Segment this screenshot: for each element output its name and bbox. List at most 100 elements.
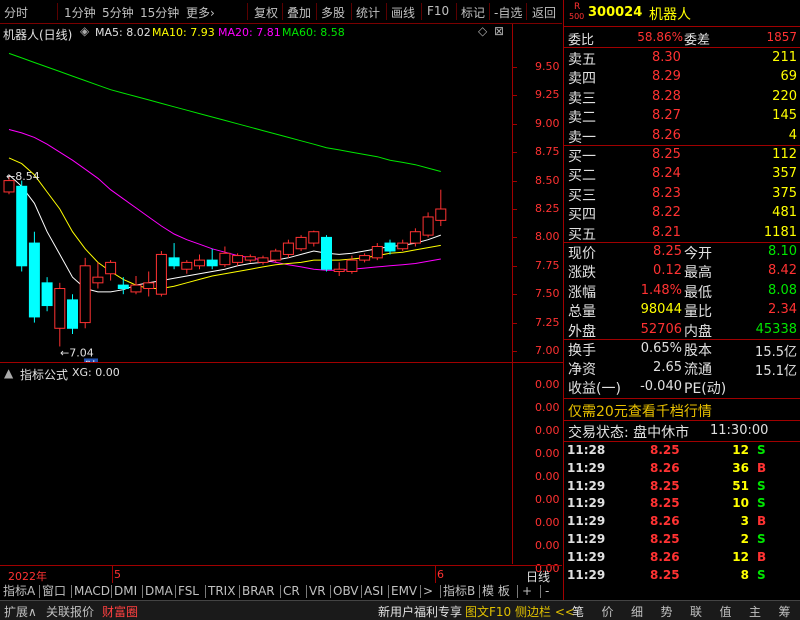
tab-dma[interactable]: DMA [145,583,173,600]
tick-side: S [757,567,766,582]
indicator-label[interactable]: 指标公式 [20,366,68,383]
indicator-tick: 0.00 [535,378,560,391]
stat-value: 1.48% [640,282,682,298]
toolbar-item-biaoji[interactable]: 标记 [461,4,485,21]
toolbar-item-15min[interactable]: 15分钟 [140,4,179,21]
tab-cr[interactable]: CR [283,583,300,600]
tab-trix[interactable]: TRIX [208,583,235,600]
toolbar-divider [282,3,283,20]
tab-scroll-right[interactable]: > [423,583,433,600]
footer-f10[interactable]: 图文F10 [465,603,511,620]
candle-up [270,250,282,261]
tab-divider [540,585,541,598]
tab-vr[interactable]: VR [309,583,326,600]
tab-divider [280,585,281,598]
buy-order-row[interactable]: 买四 8.22 481 [564,204,800,223]
footer-tab[interactable]: 主 [749,603,761,620]
footer-sidebar[interactable]: 侧边栏 << [515,603,575,620]
sell-order-row[interactable]: 卖四 8.29 69 [564,68,800,88]
tick-side: S [757,478,766,493]
tab-indicator-b[interactable]: 指标B [443,583,475,600]
order-price: 8.25 [652,147,681,162]
tick-price: 8.26 [650,460,680,475]
stat-row: 换手 0.65% 股本 15.5亿 [564,340,800,360]
stat-label: 现价 [568,246,596,262]
footer-tab[interactable]: 细 [631,603,643,620]
tab-template[interactable]: 模 板 [482,583,510,600]
footer-tab[interactable]: 筹 [779,603,791,620]
toolbar-item-fuquan[interactable]: 复权 [254,4,278,21]
indicator-toggle-icon[interactable]: ▲ [4,366,13,380]
tab-fsl[interactable]: FSL [178,583,199,600]
footer-tab[interactable]: 联 [690,603,702,620]
tab-remove[interactable]: - [545,583,549,600]
candle-up [359,255,371,261]
tab-emv[interactable]: EMV [391,583,417,600]
sell-order-row[interactable]: 卖一 8.26 4 [564,127,800,146]
order-level: 卖四 [568,71,596,88]
toolbar-item-more[interactable]: 更多› [186,4,215,21]
toolbar-item-duogu[interactable]: 多股 [321,4,345,21]
tab-macd[interactable]: MACD [74,583,110,600]
stat-value: 15.5亿 [755,345,797,360]
toolbar-item-fenshi[interactable]: 分时 [4,4,28,21]
tab-asi[interactable]: ASI [364,583,383,600]
toolbar-item-1min[interactable]: 1分钟 [64,4,96,21]
toolbar-item-diejia[interactable]: 叠加 [287,4,311,21]
order-price: 8.23 [652,185,681,201]
tab-divider [39,585,40,598]
footer-tab[interactable]: 笔 [572,603,584,620]
buy-order-row[interactable]: 买二 8.24 357 [564,165,800,184]
promo-banner[interactable]: 仅需20元查看千档行情 [564,400,800,420]
stat-label: 量比 [684,304,712,321]
close-icon[interactable]: ⊠ [494,24,504,38]
candle-up [346,259,358,272]
tick-time: 11:29 [567,478,606,493]
candle-up [194,259,205,267]
sell-order-row[interactable]: 卖三 8.28 220 [564,88,800,107]
sell-order-row[interactable]: 卖二 8.27 145 [564,107,800,126]
ma10-legend: MA10: 7.93 [152,26,215,39]
tick-time: 11:29 [567,514,606,529]
tab-add[interactable]: + [522,583,532,600]
settings-icon[interactable]: ◇ [478,24,487,38]
toolbar-item-back[interactable]: 返回 [532,4,556,21]
stat-value: 0.12 [653,263,682,279]
weibi-value: 58.86% [637,30,683,44]
footer-wealth-circle[interactable]: 财富圈 [102,603,138,620]
tab-brar[interactable]: BRAR [242,583,275,600]
period-toolbar: 分时 1分钟 5分钟 15分钟 更多› 复权 叠加 多股 统计 画线 F10 标… [0,0,562,24]
buy-order-row[interactable]: 买三 8.23 375 [564,185,800,204]
footer-new-user[interactable]: 新用户福利专享 [378,603,462,620]
footer-tab[interactable]: 值 [720,603,732,620]
toolbar-item-tongji[interactable]: 统计 [356,4,380,21]
low-price-label: ←7.04 [60,346,94,359]
tick-volume: 2 [740,532,749,546]
toolbar-item-zixuan[interactable]: -自选 [494,4,522,21]
buy-order-row[interactable]: 买五 8.21 1181 [564,224,800,243]
toolbar-item-f10[interactable]: F10 [427,4,449,18]
indicator-area[interactable] [0,382,512,565]
toolbar-item-5min[interactable]: 5分钟 [102,4,134,21]
tick-row: 11:29 8.25 2 S [564,532,800,550]
footer-related-quote[interactable]: 关联报价 [46,603,94,620]
tick-row: 11:29 8.26 3 B [564,514,800,532]
footer-tab[interactable]: 价 [602,603,614,620]
footer-tab[interactable]: 势 [661,603,673,620]
toolbar-divider [386,3,387,20]
sell-order-row[interactable]: 卖五 8.30 211 [564,49,800,68]
chevron-down-icon[interactable]: ◈ [80,24,89,38]
kline-chart[interactable]: ←8.54←7.04财 [0,40,512,362]
order-price: 8.27 [652,108,681,124]
stat-value: 45338 [755,321,797,337]
tab-obv[interactable]: OBV [333,583,359,600]
stat-row: 总量 98044 量比 2.34 [564,301,800,321]
tab-divider [175,585,176,598]
tab-indicator-a[interactable]: 指标A [3,583,35,600]
buy-order-row[interactable]: 买一 8.25 112 [564,146,800,165]
footer-expand[interactable]: 扩展∧ [4,603,37,620]
tab-dmi[interactable]: DMI [114,583,137,600]
candle-up [257,257,269,263]
tab-window[interactable]: 窗口 [42,583,66,600]
toolbar-item-huaxian[interactable]: 画线 [391,4,415,21]
